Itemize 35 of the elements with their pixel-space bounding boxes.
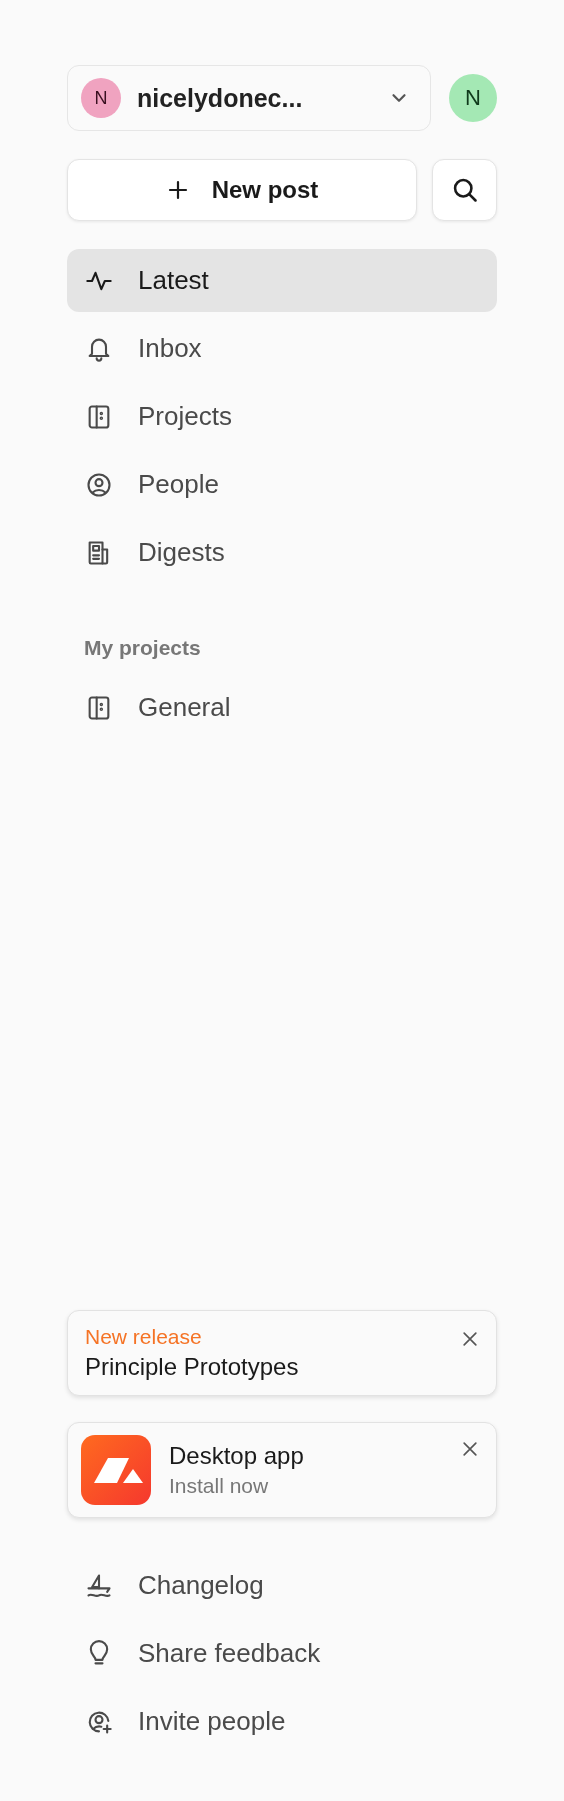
footer-link[interactable]: Changelog [67,1554,497,1617]
workspace-avatar: N [81,78,121,118]
user-circle-icon [85,470,113,499]
nav-label: People [138,469,219,500]
section-heading: My projects [84,636,202,660]
project-label: General [138,692,231,723]
nav-label: Latest [138,265,209,296]
footer-link-label: Share feedback [138,1638,321,1669]
release-title: Principle Prototypes [85,1353,300,1381]
project-item[interactable]: General [67,676,497,739]
nav-item[interactable]: Digests [67,521,497,584]
new-post-button[interactable]: New post [67,159,417,221]
nav-item[interactable]: People [67,453,497,516]
footer-link[interactable]: Share feedback [67,1622,497,1685]
footer-link[interactable]: Invite people [67,1690,497,1753]
release-card[interactable]: New release Principle Prototypes [67,1310,497,1396]
footer-link-label: Changelog [138,1570,264,1601]
nav-label: Digests [138,537,225,568]
nav-item[interactable]: Inbox [67,317,497,380]
workspace-name: nicelydonec... [137,83,304,113]
nav-item[interactable]: Latest [67,249,497,312]
app-subtitle: Install now [169,1474,270,1498]
close-icon[interactable] [460,1329,480,1349]
search-button[interactable] [432,159,497,221]
desktop-app-card[interactable]: Desktop app Install now [67,1422,497,1518]
nav-label: Inbox [138,333,202,364]
user-avatar[interactable]: N [449,74,497,122]
nav-item[interactable]: Projects [67,385,497,448]
nav-label: Projects [138,401,232,432]
release-label: New release [85,1325,203,1349]
workspace-switcher[interactable]: N nicelydonec... [67,65,431,131]
footer-link-label: Invite people [138,1706,286,1737]
app-logo-icon [81,1435,151,1505]
app-title: Desktop app [169,1442,305,1470]
close-icon[interactable] [460,1439,480,1459]
